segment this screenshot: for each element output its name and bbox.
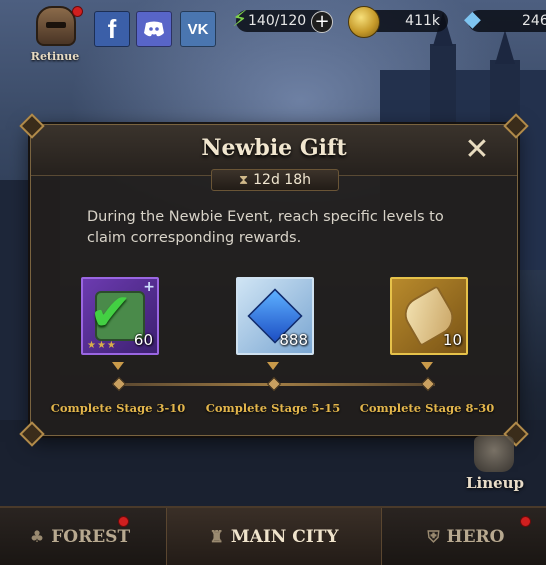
newbie-gift-dialog: Newbie Gift ✕ ⧗ 12d 18h During the Newbie… [19,113,529,447]
checkmark-icon: ✔ [89,283,133,343]
tab-main-city[interactable]: ♜ MAIN CITY [166,508,382,565]
tab-main-city-label: MAIN CITY [230,526,339,547]
close-icon[interactable]: ✕ [463,135,491,165]
lineup-label: Lineup [465,474,525,492]
reward-slot-2[interactable]: 888 [236,277,314,355]
progress-node [111,376,127,392]
vk-icon[interactable]: VK [180,11,216,47]
reward-quantity: 10 [442,331,462,349]
tree-icon: ♣ [29,527,45,546]
arrow-down-icon [112,362,124,370]
stage-requirement-2: Complete Stage 5-15 [205,401,341,415]
notification-dot [118,516,129,527]
reward-slot-1[interactable]: + ✔ ★★★ 60 [81,277,159,355]
top-resource-bar: Retinue f VK ⚡ 140/120 + 411k ◆ 2460 [0,0,546,63]
hourglass-icon: ⧗ [239,173,249,188]
lightning-icon: ⚡ [232,7,248,32]
dialog-title: Newbie Gift [201,135,347,161]
retinue-button[interactable]: Retinue [28,6,83,63]
retinue-label: Retinue [30,50,80,63]
city-icon: ♜ [209,527,224,546]
lineup-icon [474,436,514,472]
energy-value: 140/120 [248,13,307,29]
notification-dot [72,6,83,17]
discord-icon[interactable] [136,11,172,47]
bottom-navigation: ♣ FOREST ♜ MAIN CITY ⛨ HERO [0,506,546,565]
reward-slot-3[interactable]: 10 [390,277,468,355]
tab-forest[interactable]: ♣ FOREST [0,508,160,565]
helmet-icon: ⛨ [427,526,440,546]
discord-logo-icon [144,21,164,37]
gold-counter: 411k [348,6,448,38]
gold-coin-icon [348,6,380,38]
progress-node [266,376,282,392]
star-rating-icon: ★★★ [87,340,117,351]
tab-hero[interactable]: ⛨ HERO [386,508,546,565]
add-energy-button[interactable]: + [311,11,333,33]
arrow-down-icon [267,362,279,370]
facebook-icon[interactable]: f [94,11,130,47]
stage-requirement-1: Complete Stage 3-10 [50,401,186,415]
timer-value: 12d 18h [253,172,311,188]
lineup-button[interactable]: Lineup [462,436,528,496]
plus-icon: + [143,279,155,295]
gem-value: 2460 [522,13,546,29]
helmet-icon [36,6,76,46]
notification-dot [520,516,531,527]
reward-quantity: 60 [133,331,153,349]
tab-hero-label: HERO [446,526,505,547]
gem-counter: ◆ 2460 [464,7,546,32]
gold-value: 411k [405,13,440,29]
arrow-down-icon [421,362,433,370]
event-description: During the Newbie Event, reach specific … [87,209,444,246]
reward-quantity: 888 [279,331,308,349]
stage-requirement-3: Complete Stage 8-30 [359,401,495,415]
progress-node [420,376,436,392]
tab-forest-label: FOREST [51,526,131,547]
event-timer: ⧗ 12d 18h [211,169,339,191]
gem-icon: ◆ [464,7,481,32]
